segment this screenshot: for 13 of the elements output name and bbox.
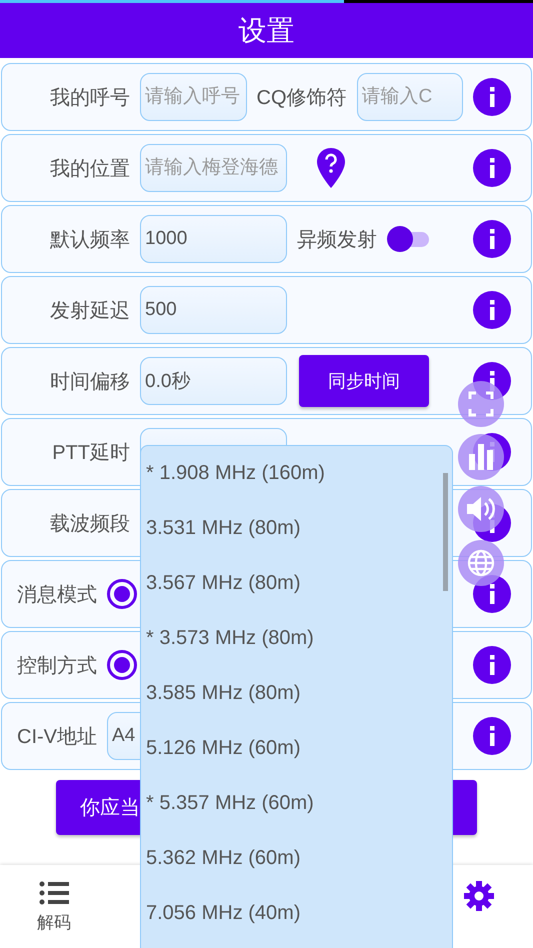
- page-title: 设置: [238, 14, 294, 48]
- setting-label: PTT延时: [51, 440, 130, 466]
- setting-label: CI-V地址: [16, 724, 97, 750]
- setting-label: 发射延迟: [49, 298, 130, 324]
- field-label: CQ修饰符: [256, 86, 346, 110]
- field-label: 异频发射: [297, 228, 377, 252]
- setting-label: 控制方式: [16, 654, 97, 678]
- setting-label: 我的位置: [49, 156, 130, 182]
- setting-label: 默认频率: [49, 228, 130, 252]
- setting-label: 我的呼号: [49, 86, 130, 110]
- setting-label: 消息模式: [16, 582, 97, 608]
- setting-label: 时间偏移: [49, 370, 130, 394]
- setting-label: 载波频段: [49, 512, 130, 536]
